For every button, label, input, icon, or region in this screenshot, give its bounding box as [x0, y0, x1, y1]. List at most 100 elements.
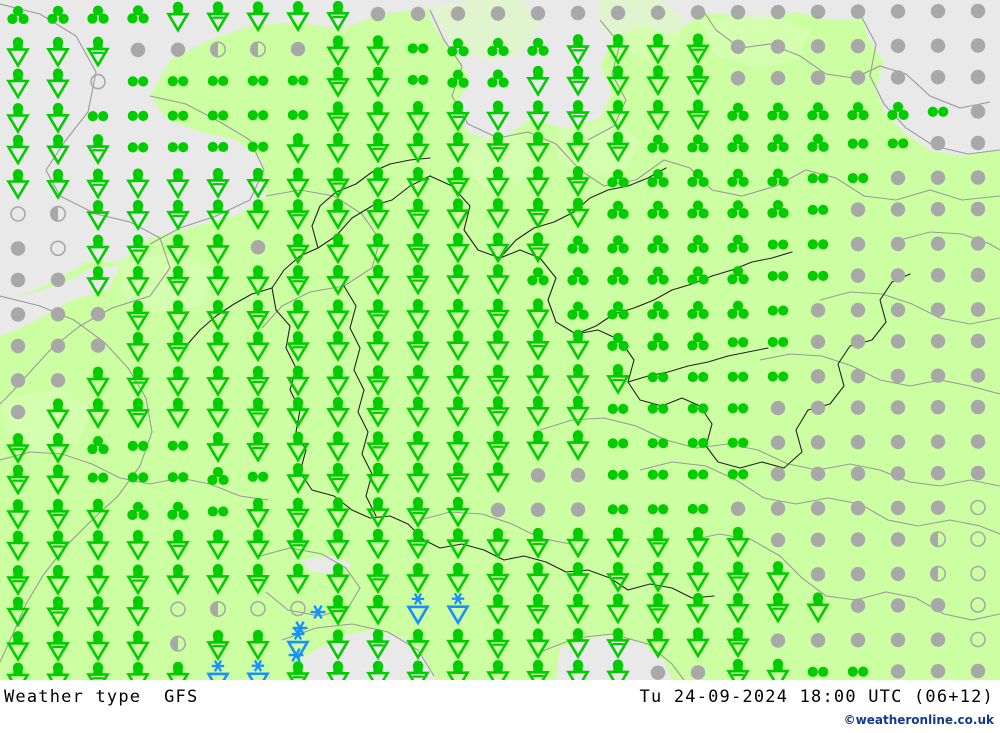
weather-symbol-s [366, 629, 390, 661]
weather-symbol-s [486, 298, 510, 330]
weather-symbol-g [810, 39, 826, 54]
weather-symbol-c2 [407, 74, 429, 86]
weather-symbol-g [770, 501, 786, 516]
weather-symbol-g [930, 268, 946, 283]
weather-symbol-g [970, 104, 986, 119]
product-label: Weather type GFS [4, 687, 199, 707]
map-footer: Weather type GFS Tu 24-09-2024 18:00 UTC… [0, 680, 1000, 733]
weather-symbol-g [810, 633, 826, 648]
weather-symbol-s [486, 364, 510, 396]
weather-symbol-o [250, 600, 266, 617]
weather-symbol-g [10, 338, 26, 354]
weather-symbol-s [446, 396, 470, 428]
weather-symbol-s [566, 562, 590, 594]
weather-symbol-g [930, 302, 946, 317]
weather-symbol-c2 [647, 469, 669, 480]
weather-symbol-c3 [767, 102, 789, 121]
weather-symbol-o [170, 601, 186, 617]
weather-symbol-s [6, 68, 30, 100]
weather-symbol-s [126, 265, 150, 297]
weather-symbol-s [406, 497, 430, 528]
weather-symbol-s [526, 197, 550, 229]
weather-symbol-s [286, 431, 310, 463]
weather-symbol-s [606, 363, 630, 395]
weather-symbol-s [446, 166, 470, 198]
weather-symbol-s [566, 593, 590, 625]
weather-symbol-s [86, 596, 110, 628]
weather-symbol-g [890, 598, 906, 613]
weather-symbol-s [366, 660, 390, 680]
valid-time-label: Tu 24-09-2024 18:00 UTC (06+12) [639, 687, 994, 707]
weather-symbol-s [6, 499, 30, 531]
weather-symbol-g [890, 400, 906, 415]
weather-symbol-s [686, 527, 710, 559]
weather-symbol-s [286, 563, 310, 595]
weather-symbol-g [850, 70, 866, 85]
weather-symbol-s [646, 33, 670, 65]
weather-symbol-g [170, 42, 186, 57]
weather-symbol-g [50, 373, 66, 388]
weather-symbol-c3 [607, 169, 629, 188]
weather-symbol-c2 [607, 469, 629, 480]
weather-symbol-c3 [727, 134, 749, 153]
weather-symbol-s [526, 593, 550, 625]
weather-symbol-g [770, 532, 786, 548]
weather-symbol-s [126, 199, 150, 231]
weather-symbol-g [850, 38, 866, 54]
weather-symbol-g [770, 400, 786, 416]
weather-symbol-s [606, 593, 630, 625]
weather-symbol-c3 [727, 102, 749, 121]
weather-symbol-s [446, 660, 470, 680]
weather-symbol-g [850, 500, 866, 516]
weather-symbol-g [770, 435, 786, 450]
weather-symbol-g [890, 170, 906, 186]
copyright-label: ©weatheronline.co.uk [843, 713, 994, 727]
weather-symbol-g [890, 236, 906, 252]
weather-symbol-c3 [567, 266, 589, 286]
weather-symbol-g [690, 5, 706, 20]
weather-symbol-s [286, 167, 310, 199]
weather-symbol-s [286, 1, 310, 33]
weather-symbol-s [246, 1, 270, 33]
weather-map-canvas[interactable] [0, 0, 1000, 680]
weather-symbol-s [606, 561, 630, 593]
weather-symbol-g [850, 566, 866, 582]
weather-symbol-g [970, 333, 986, 349]
weather-symbol-s [366, 167, 390, 199]
weather-symbol-s [486, 330, 510, 362]
weather-symbol-s [6, 169, 30, 201]
weather-symbol-c2 [407, 43, 429, 54]
weather-symbol-g [770, 4, 786, 20]
weather-symbol-g [970, 267, 986, 283]
weather-symbol-s [566, 364, 590, 396]
weather-symbol-s [246, 199, 270, 231]
weather-symbol-s [766, 592, 790, 624]
weather-symbol-c3 [647, 301, 669, 320]
weather-symbol-c2 [767, 305, 789, 316]
weather-symbol-s [686, 33, 710, 65]
weather-symbol-c3 [727, 266, 749, 285]
weather-symbol-g [890, 500, 906, 516]
weather-symbol-c3 [687, 168, 709, 188]
weather-symbol-s [326, 629, 350, 661]
weather-symbol-o [970, 531, 986, 547]
weather-symbol-s [606, 131, 630, 163]
weather-symbol-s [406, 431, 430, 462]
weather-symbol-s [166, 529, 190, 561]
weather-symbol-s [286, 331, 310, 363]
weather-symbol-g [890, 334, 906, 349]
weather-symbol-g [930, 202, 946, 217]
weather-symbol-s [566, 65, 590, 97]
weather-symbol-s [526, 166, 550, 198]
weather-symbol-s [286, 133, 310, 165]
weather-symbol-c3 [887, 101, 909, 121]
weather-symbol-c2 [207, 75, 229, 87]
weather-symbol-c2 [847, 138, 869, 149]
weather-symbol-g [370, 6, 386, 22]
weather-symbol-g [970, 434, 986, 449]
weather-symbol-s [46, 596, 70, 628]
weather-symbol-g [890, 4, 906, 19]
weather-symbol-g [970, 3, 986, 19]
weather-symbol-g [850, 334, 866, 349]
weather-symbol-s [446, 298, 470, 330]
